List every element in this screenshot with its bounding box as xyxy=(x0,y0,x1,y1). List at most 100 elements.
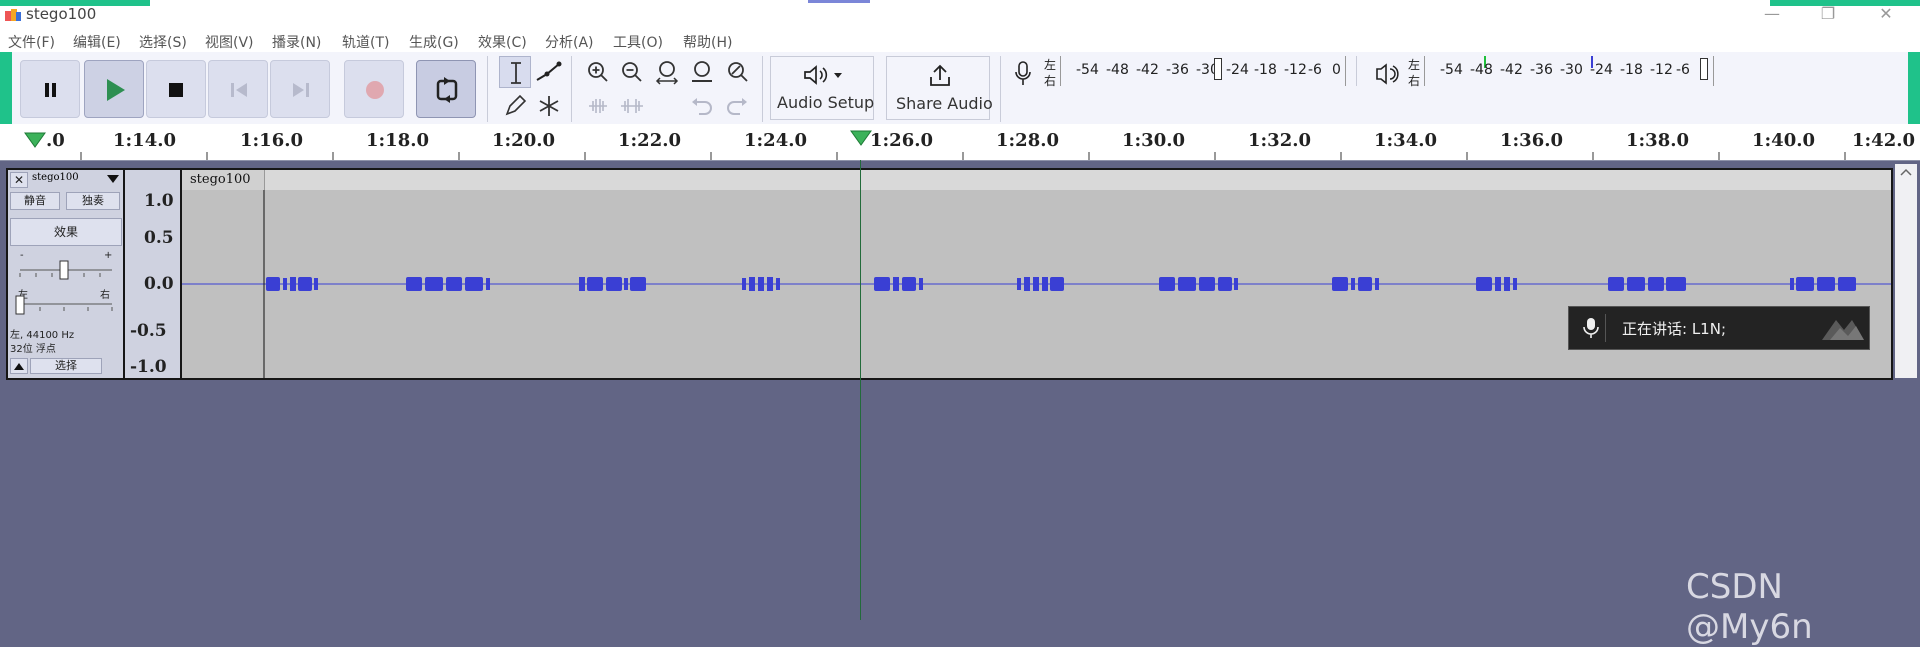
record-meter-tick: -54 xyxy=(1076,62,1099,78)
title-accent-middle xyxy=(808,0,870,3)
zoom-in-button[interactable] xyxy=(582,56,614,88)
vertical-scrollbar[interactable] xyxy=(1895,164,1917,378)
toolbar-separator xyxy=(762,56,763,122)
envelope-icon xyxy=(536,61,562,81)
ruler-label: 1:26.0 xyxy=(870,130,934,151)
pan-slider[interactable] xyxy=(12,294,116,316)
scroll-up-icon[interactable] xyxy=(1898,166,1914,178)
record-meter-right-label: 右 xyxy=(1044,74,1057,88)
menu-edit[interactable]: 编辑(E) xyxy=(73,32,121,52)
microphone-icon xyxy=(1583,318,1599,338)
track-name[interactable]: stego100 xyxy=(32,172,79,183)
menu-record[interactable]: 播录(N) xyxy=(272,32,321,52)
redo-button[interactable] xyxy=(721,90,753,122)
ruler-label: 1:38.0 xyxy=(1626,130,1690,151)
playback-meter-tick: -54 xyxy=(1440,62,1463,78)
ruler-label: 1:34.0 xyxy=(1374,130,1438,151)
record-meter-left-label: 左 xyxy=(1044,58,1057,72)
menu-generate[interactable]: 生成(G) xyxy=(409,32,459,52)
collapse-icon xyxy=(14,363,24,370)
pause-button[interactable] xyxy=(20,60,80,118)
track-menu-dropdown-icon[interactable] xyxy=(106,174,120,184)
playback-meter-tick: -30 xyxy=(1560,62,1583,78)
envelope-tool[interactable] xyxy=(533,56,565,88)
share-audio-button[interactable]: Share Audio xyxy=(886,56,993,120)
fit-project-button[interactable] xyxy=(686,56,718,88)
clip-name: stego100 xyxy=(190,172,251,187)
record-meter-tick: -42 xyxy=(1136,62,1159,78)
effects-button[interactable]: 效果 xyxy=(10,218,122,246)
trim-icon xyxy=(589,99,607,113)
speaking-text: 正在讲话: L1N; xyxy=(1622,320,1726,338)
record-meter-button[interactable] xyxy=(1012,58,1034,90)
toolbar-separator xyxy=(571,56,572,122)
menu-effect[interactable]: 效果(C) xyxy=(478,32,527,52)
menu-view[interactable]: 视图(V) xyxy=(205,32,254,52)
speaker-icon xyxy=(1376,63,1399,85)
selection-tool[interactable] xyxy=(499,56,531,88)
menu-analyze[interactable]: 分析(A) xyxy=(545,32,594,52)
undo-icon xyxy=(692,98,712,115)
loop-button[interactable] xyxy=(416,60,476,118)
toolbar-separator xyxy=(1356,56,1357,86)
menu-file[interactable]: 文件(F) xyxy=(8,32,55,52)
menu-select[interactable]: 选择(S) xyxy=(139,32,187,52)
maximize-button[interactable]: ❐ xyxy=(1808,3,1848,25)
menu-help[interactable]: 帮助(H) xyxy=(683,32,732,52)
zoom-toggle-icon xyxy=(728,62,748,82)
watermark: CSDN @My6n xyxy=(1686,567,1813,647)
zoom-out-icon xyxy=(622,62,642,82)
ibeam-icon xyxy=(511,62,521,84)
audio-setup-label: Audio Setup xyxy=(777,93,875,112)
playback-meter-tick: -18 xyxy=(1620,62,1643,78)
skip-start-icon xyxy=(231,83,247,97)
redo-icon xyxy=(727,98,747,115)
playback-meter-tick: -48 xyxy=(1470,62,1493,78)
record-meter-tick: -6 xyxy=(1308,62,1322,78)
trim-audio-button[interactable] xyxy=(582,90,614,122)
select-track-button[interactable]: 选择 xyxy=(30,358,102,374)
record-button[interactable] xyxy=(344,60,404,118)
zoom-toggle-button[interactable] xyxy=(721,56,753,88)
playback-meter-tick: -42 xyxy=(1500,62,1523,78)
play-button[interactable] xyxy=(84,60,144,118)
window-title: stego100 xyxy=(26,5,97,23)
record-meter-tick: -18 xyxy=(1254,62,1277,78)
fit-selection-button[interactable] xyxy=(651,56,683,88)
ruler-label: 1:36.0 xyxy=(1500,130,1564,151)
clip-header[interactable] xyxy=(182,170,1891,190)
mute-button[interactable]: 静音 xyxy=(10,192,60,210)
record-meter-tick: -12 xyxy=(1284,62,1307,78)
multi-tool[interactable] xyxy=(533,90,565,122)
close-button[interactable]: ✕ xyxy=(1866,3,1906,25)
scale-tick: -0.5 xyxy=(130,321,167,341)
playback-meter-slider[interactable] xyxy=(1700,58,1708,80)
ruler-label: 1:22.0 xyxy=(618,130,682,151)
skip-end-button[interactable] xyxy=(270,60,330,118)
record-meter-tick: -48 xyxy=(1106,62,1129,78)
share-icon xyxy=(930,64,950,86)
ruler-label: 1:42.0 xyxy=(1852,130,1916,151)
audio-setup-button[interactable]: Audio Setup xyxy=(770,56,874,120)
minimize-button[interactable]: — xyxy=(1752,3,1792,25)
menu-tracks[interactable]: 轨道(T) xyxy=(342,32,389,52)
playback-meter-button[interactable] xyxy=(1374,58,1400,90)
record-meter-slider[interactable] xyxy=(1214,58,1222,80)
playback-cursor[interactable] xyxy=(860,160,861,620)
record-icon xyxy=(366,81,384,99)
playback-meter-right-label: 右 xyxy=(1408,74,1421,88)
draw-tool[interactable] xyxy=(499,90,531,122)
fit-project-icon xyxy=(692,61,712,82)
zoom-out-button[interactable] xyxy=(616,56,648,88)
gain-slider[interactable] xyxy=(16,258,116,280)
stop-button[interactable] xyxy=(146,60,206,118)
silence-audio-button[interactable] xyxy=(616,90,648,122)
undo-button[interactable] xyxy=(686,90,718,122)
collapse-track-button[interactable] xyxy=(10,358,28,374)
ruler-label: 1:14.0 xyxy=(113,130,177,151)
skip-start-button[interactable] xyxy=(208,60,268,118)
menu-tools[interactable]: 工具(O) xyxy=(613,32,663,52)
solo-button[interactable]: 独奏 xyxy=(66,192,120,210)
scale-tick: 0.5 xyxy=(144,228,174,248)
track-close-button[interactable]: ✕ xyxy=(10,172,28,188)
